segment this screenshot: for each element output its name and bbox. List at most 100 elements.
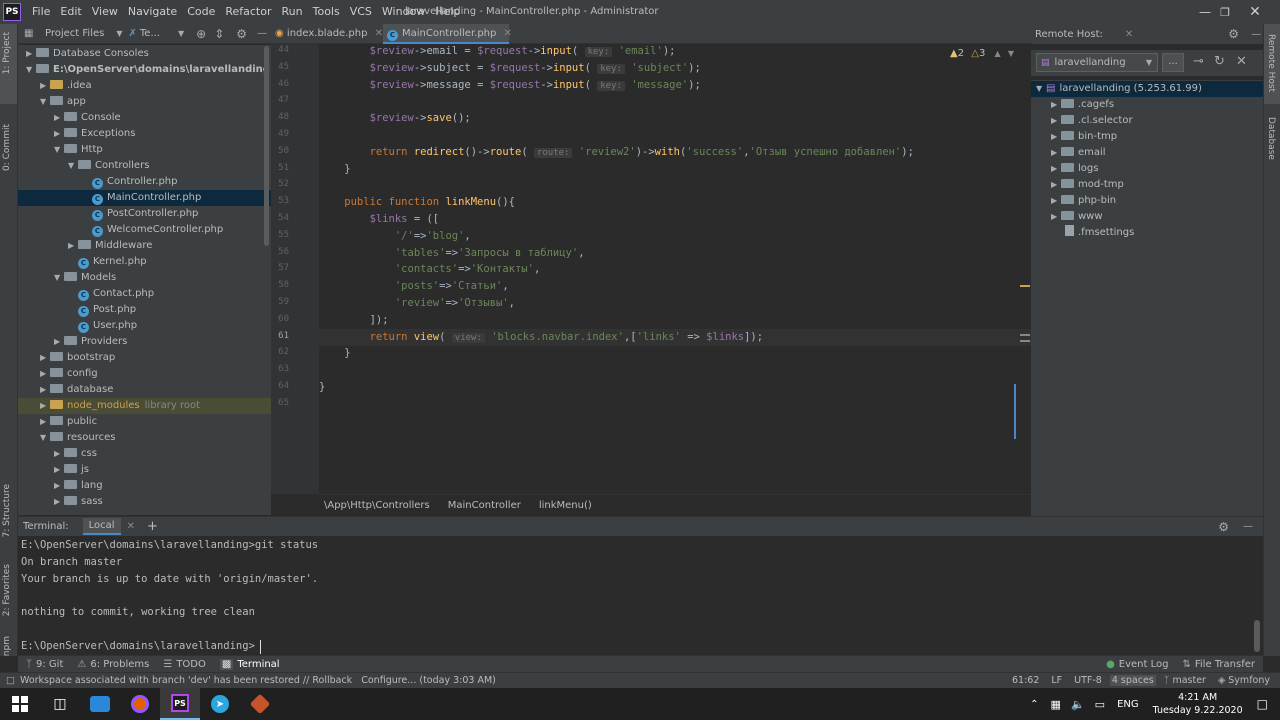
tree-item[interactable]: C User.php (18, 318, 271, 334)
chevron-right-icon[interactable]: ▶ (1051, 177, 1061, 193)
tree-item[interactable]: ▶ bootstrap (18, 350, 271, 366)
chevron-down-icon[interactable]: ▼ (1008, 49, 1014, 58)
chevron-right-icon[interactable]: ▶ (40, 350, 50, 366)
code-line[interactable]: 'posts'=>'Статьи', (319, 278, 1031, 295)
chevron-right-icon[interactable]: ▶ (40, 398, 50, 414)
chevron-right-icon[interactable]: ▶ (1051, 97, 1061, 113)
tree-item[interactable]: C Post.php (18, 302, 271, 318)
tree-item[interactable]: ▶ node_modules library root (18, 398, 271, 414)
remote-item[interactable]: .fmsettings (1031, 225, 1263, 241)
tray-chevron-up-icon[interactable]: ⌃ (1030, 699, 1038, 710)
caret-position[interactable]: 61:62 (1012, 675, 1039, 686)
tab-main-controller[interactable]: C MainController.php ✕ (383, 24, 512, 44)
chevron-right-icon[interactable]: ▶ (40, 382, 50, 398)
tool-file-transfer[interactable]: File Transfer (1195, 659, 1255, 670)
chevron-right-icon[interactable]: ▶ (54, 462, 64, 478)
close-tab-icon[interactable]: ✕ (504, 28, 512, 39)
tool-todo[interactable]: TODO (176, 659, 206, 670)
tab-index-blade[interactable]: ◉ index.blade.php ✕ (271, 24, 383, 44)
tree-item[interactable]: ▶ Middleware (18, 238, 271, 254)
remote-item[interactable]: ▶ logs (1031, 161, 1263, 177)
chevron-down-icon[interactable]: ▼ (26, 62, 36, 78)
code-line[interactable] (319, 127, 1031, 144)
file-explorer-icon[interactable] (80, 688, 120, 720)
collapse-all-icon[interactable]: ⇕ (214, 27, 224, 41)
code-line[interactable]: return view( view: 'blocks.navbar.index'… (319, 328, 1031, 346)
browse-button[interactable]: ... (1162, 53, 1184, 72)
menu-item-view[interactable]: View (87, 0, 123, 24)
tree-item[interactable]: C PostController.php (18, 206, 271, 222)
tree-item[interactable]: ▶ Console (18, 110, 271, 126)
breadcrumb-method[interactable]: linkMenu() (539, 500, 592, 511)
tool-event-log[interactable]: Event Log (1119, 659, 1169, 670)
code-line[interactable]: } (319, 379, 1031, 396)
tool-project[interactable]: 1: Project (2, 32, 12, 74)
chevron-down-icon[interactable]: ▼ (40, 430, 50, 446)
code-line[interactable] (319, 177, 1031, 194)
tree-item[interactable]: ▶ database (18, 382, 271, 398)
menu-item-code[interactable]: Code (182, 0, 220, 24)
chevron-right-icon[interactable]: ▶ (54, 334, 64, 350)
code-line[interactable]: $links = ([ (319, 211, 1031, 228)
task-view-icon[interactable]: ◫ (40, 688, 80, 720)
input-language[interactable]: ENG (1117, 699, 1139, 710)
gear-icon[interactable]: ⚙ (1228, 27, 1239, 41)
chevron-down-icon[interactable]: ▼ (178, 29, 184, 38)
remote-item[interactable]: ▶ bin-tmp (1031, 129, 1263, 145)
code-line[interactable]: return redirect()->route( route: 'review… (319, 144, 1031, 161)
chevron-right-icon[interactable]: ▶ (1051, 113, 1061, 129)
indent-setting[interactable]: 4 spaces (1109, 675, 1156, 686)
remote-root[interactable]: ▼ ▤ laravellanding (5.253.61.99) (1031, 81, 1263, 97)
code-line[interactable]: $review->subject = $request->input( key:… (319, 60, 1031, 77)
tool-remote-host[interactable]: Remote Host (1266, 34, 1276, 92)
tree-item[interactable]: C WelcomeController.php (18, 222, 271, 238)
chevron-right-icon[interactable]: ▶ (54, 126, 64, 142)
tree-item[interactable]: ▼ resources (18, 430, 271, 446)
tree-item[interactable]: ▶ Database Consoles (18, 46, 271, 62)
tree-item[interactable]: ▶ public (18, 414, 271, 430)
tree-item[interactable]: ▶ .idea (18, 78, 271, 94)
refresh-icon[interactable]: ↻ (1214, 54, 1225, 69)
tree-item[interactable]: ▼ Controllers (18, 158, 271, 174)
tab-project-files[interactable]: Project Files (45, 28, 104, 39)
code-line[interactable]: } (319, 345, 1031, 362)
tree-item[interactable]: C MainController.php (18, 190, 271, 206)
remote-item[interactable]: ▶ mod-tmp (1031, 177, 1263, 193)
code-line[interactable]: public function linkMenu(){ (319, 194, 1031, 211)
taskbar-clock[interactable]: 4:21 AM Tuesday 9.22.2020 (1153, 691, 1243, 717)
chevron-right-icon[interactable]: ▶ (40, 78, 50, 94)
code-line[interactable]: '/'=>'blog', (319, 228, 1031, 245)
windows-start-icon[interactable] (0, 688, 40, 720)
code-line[interactable]: 'tables'=>'Запросы в таблицу', (319, 245, 1031, 262)
chevron-down-icon[interactable]: ▼ (68, 158, 78, 174)
maximize-icon[interactable]: ❐ (1210, 0, 1240, 24)
code-line[interactable] (319, 396, 1031, 413)
tool-favorites[interactable]: 2: Favorites (2, 564, 12, 616)
menu-item-tools[interactable]: Tools (308, 0, 345, 24)
target-icon[interactable]: ⊕ (196, 27, 206, 41)
new-terminal-button[interactable]: + (147, 519, 158, 534)
firefox-icon[interactable] (120, 688, 160, 720)
tree-item[interactable]: ▼ E:\OpenServer\domains\laravellanding (18, 62, 271, 78)
chevron-down-icon[interactable]: ▼ (54, 270, 64, 286)
tree-item[interactable]: ▶ Providers (18, 334, 271, 350)
tree-item[interactable]: C Kernel.php (18, 254, 271, 270)
code-editor[interactable]: $review->email = $request->input( key: '… (319, 44, 1031, 494)
tree-item[interactable]: ▶ lang (18, 478, 271, 494)
chevron-down-icon[interactable]: ▼ (40, 94, 50, 110)
terminal-scrollbar[interactable] (1254, 620, 1260, 652)
hide-panel-icon[interactable]: — (1243, 521, 1253, 532)
menu-item-refactor[interactable]: Refactor (220, 0, 276, 24)
vcs-branch[interactable]: master (1172, 675, 1206, 686)
tool-problems[interactable]: 6: Problems (90, 659, 149, 670)
menu-item-navigate[interactable]: Navigate (123, 0, 182, 24)
disconnect-icon[interactable]: ⊸ (1193, 54, 1204, 69)
file-encoding[interactable]: UTF-8 (1074, 675, 1102, 686)
telegram-icon[interactable]: ➤ (200, 688, 240, 720)
chevron-right-icon[interactable]: ▶ (54, 478, 64, 494)
chevron-right-icon[interactable]: ▶ (1051, 209, 1061, 225)
tree-item[interactable]: ▼ app (18, 94, 271, 110)
chevron-right-icon[interactable]: ▶ (68, 238, 78, 254)
chevron-right-icon[interactable]: ▶ (1051, 145, 1061, 161)
tool-commit[interactable]: 0: Commit (2, 124, 12, 171)
